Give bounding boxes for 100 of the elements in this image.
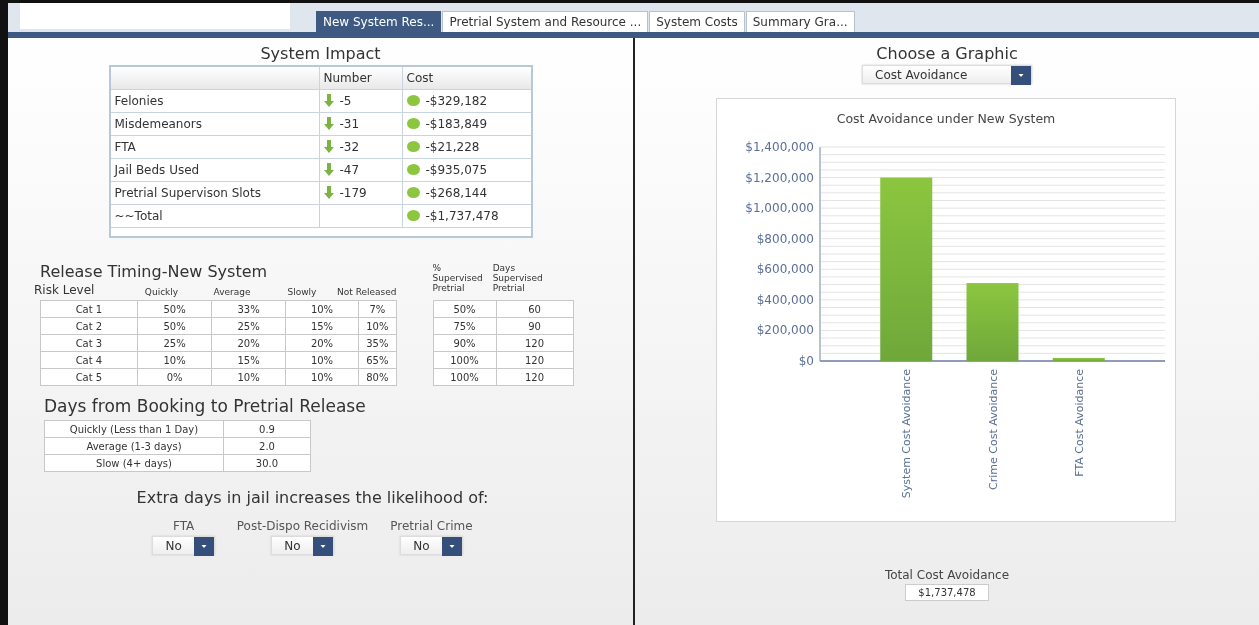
table-cell: Cat 2 xyxy=(40,317,138,335)
axis-label: $800,000 xyxy=(756,231,814,246)
table-cell: FTA xyxy=(109,135,319,159)
table-cell: -$329,182 xyxy=(425,94,488,108)
table-cell: 75% xyxy=(433,317,496,335)
status-dot xyxy=(406,141,420,152)
tab[interactable]: Pretrial System and Resource ... xyxy=(442,11,649,32)
table-cell: 15% xyxy=(211,351,286,369)
dropdown[interactable]: No xyxy=(400,536,463,555)
table-cell: -32 xyxy=(339,140,360,154)
table-cell: -$183,849 xyxy=(425,117,488,131)
axis-label: $1,400,000 xyxy=(745,140,814,154)
table-cell: -31 xyxy=(339,117,360,131)
table-cell: 120 xyxy=(496,368,573,386)
table-cell: -$935,075 xyxy=(425,163,488,177)
table-cell: 20% xyxy=(285,334,359,352)
section-title: System Impact xyxy=(260,44,381,63)
dropdown[interactable]: Cost Avoidance xyxy=(862,65,1032,84)
table-cell: 15% xyxy=(285,317,359,335)
total-label: Total Cost Avoidance xyxy=(884,568,1010,582)
table-cell: 10% xyxy=(211,368,286,386)
table-cell: Slow (4+ days) xyxy=(44,454,224,472)
axis-label: $1,000,000 xyxy=(745,201,814,216)
tab[interactable]: System Costs xyxy=(649,11,745,32)
chart-title: Cost Avoidance under New System xyxy=(836,111,1056,126)
category-label: FTA Cost Avoidance xyxy=(1072,369,1086,477)
dropdown[interactable]: No xyxy=(271,536,334,555)
table-cell: Felonies xyxy=(109,89,319,113)
caret-icon xyxy=(441,537,462,556)
category-label: Crime Cost Avoidance xyxy=(986,369,1000,490)
table-cell: 65% xyxy=(358,351,396,369)
table-cell: 25% xyxy=(137,334,212,352)
status-dot xyxy=(406,118,420,129)
table-cell: Cat 5 xyxy=(40,368,138,386)
status-dot xyxy=(406,95,420,106)
table-cell: -47 xyxy=(339,163,360,177)
column-header: Days Supervised Pretrial xyxy=(492,263,543,293)
table-cell: 100% xyxy=(433,351,496,369)
table-cell: 10% xyxy=(137,351,212,369)
down-arrow-icon xyxy=(323,186,334,199)
section-title: Release Timing-New System xyxy=(40,262,269,281)
tab[interactable]: New System Res... xyxy=(316,11,442,32)
table-cell: 33% xyxy=(211,300,286,318)
column-header: Quickly xyxy=(143,287,180,297)
table-cell: 50% xyxy=(137,300,212,318)
table-cell: 25% xyxy=(211,317,286,335)
axis-label: $600,000 xyxy=(756,262,814,277)
down-arrow-icon xyxy=(323,117,334,130)
table-cell: Misdemeanors xyxy=(109,112,319,136)
caret-icon xyxy=(1011,66,1031,85)
table-cell: 90 xyxy=(496,317,573,335)
table-cell: Quickly (Less than 1 Day) xyxy=(44,420,224,438)
field-label: FTA xyxy=(172,519,195,533)
field-label: Pretrial Crime xyxy=(390,519,473,533)
table-cell: ~~Total xyxy=(109,204,319,228)
table-cell: 0.9 xyxy=(223,420,311,438)
table-cell: 60 xyxy=(496,300,573,318)
down-arrow-icon xyxy=(323,163,334,176)
column-header: Average xyxy=(212,287,252,297)
table-cell: Pretrial Supervison Slots xyxy=(109,181,319,205)
table-cell: 10% xyxy=(358,317,396,335)
tab[interactable]: Summary Gra... xyxy=(745,11,855,32)
axis-label: $200,000 xyxy=(756,323,814,338)
table-cell: Cat 3 xyxy=(40,334,138,352)
table-cell: Cat 4 xyxy=(40,351,138,369)
axis-label: $400,000 xyxy=(756,292,814,307)
dropdown[interactable]: No xyxy=(152,536,215,555)
table-cell: 20% xyxy=(211,334,286,352)
category-label: System Cost Avoidance xyxy=(900,369,914,499)
table-cell: 30.0 xyxy=(223,454,311,472)
section-title: Days from Booking to Pretrial Release xyxy=(44,396,366,416)
table-cell: 50% xyxy=(137,317,212,335)
table-cell: 80% xyxy=(358,368,396,386)
table-cell: 2.0 xyxy=(223,437,311,455)
column-header: % Supervised Pretrial xyxy=(432,263,483,293)
section-title: Extra days in jail increases the likelihood of: xyxy=(136,488,489,507)
section-title: Choose a Graphic xyxy=(876,44,1018,63)
table-cell: -5 xyxy=(339,94,352,108)
down-arrow-icon xyxy=(323,140,334,153)
caret-icon xyxy=(312,537,333,556)
table-cell: 10% xyxy=(285,351,359,369)
status-dot xyxy=(406,210,420,221)
column-header: Not Released xyxy=(337,287,397,297)
table-cell: 10% xyxy=(285,368,359,386)
table-cell: 120 xyxy=(496,351,573,369)
total-value-field: $1,737,478 xyxy=(905,584,989,601)
table-cell: 7% xyxy=(358,300,396,318)
table-cell: 50% xyxy=(433,300,496,318)
bar xyxy=(1052,357,1105,361)
status-dot xyxy=(406,187,420,198)
table-cell: 90% xyxy=(433,334,496,352)
column-header: Cost xyxy=(402,66,532,90)
table-cell: -$1,737,478 xyxy=(425,209,499,223)
table-cell: -$268,144 xyxy=(425,186,488,200)
axis-label: $0 xyxy=(798,354,814,368)
column-header: Number xyxy=(319,66,402,90)
column-header: Risk Level xyxy=(34,283,96,297)
table-cell: -179 xyxy=(339,186,367,200)
axis-label: $1,200,000 xyxy=(745,170,814,185)
down-arrow-icon xyxy=(323,94,334,107)
